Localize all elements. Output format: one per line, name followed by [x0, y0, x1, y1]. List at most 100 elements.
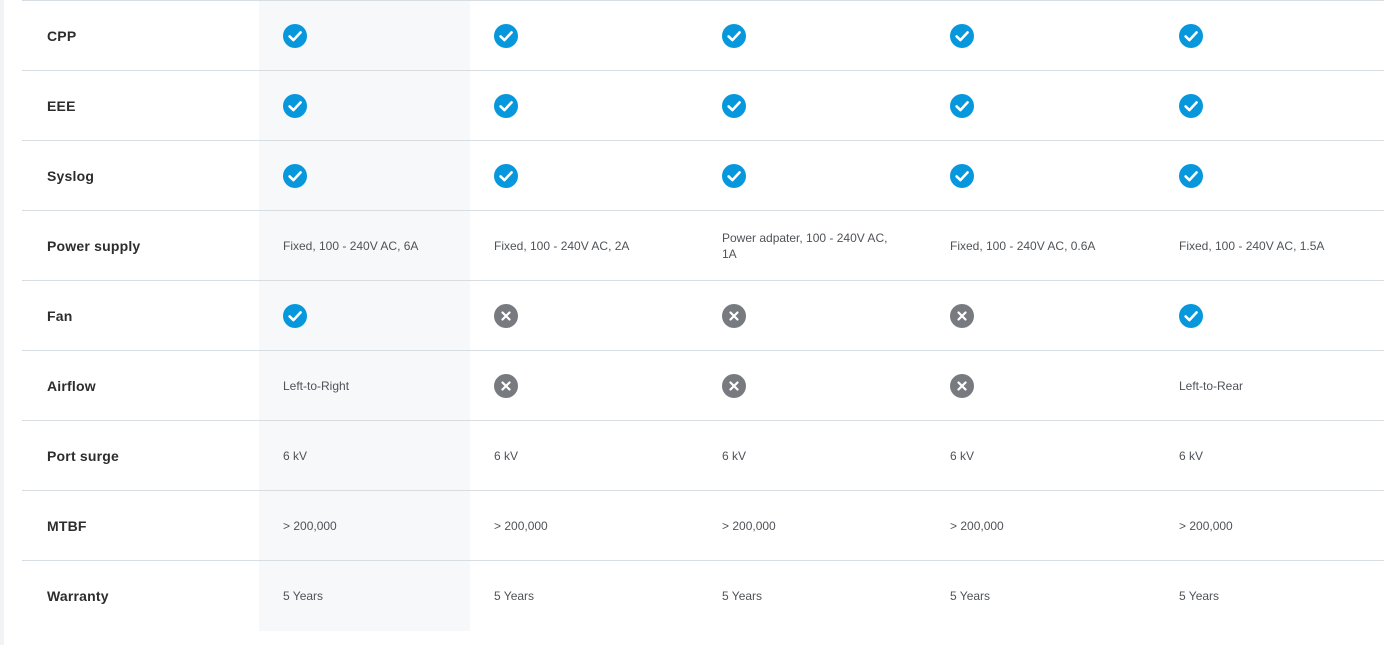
product-2-cell: 6 kV — [494, 421, 699, 490]
spec-value: Fixed, 100 - 240V AC, 2A — [494, 238, 630, 253]
product-4-cell — [950, 281, 1155, 350]
product-2-cell — [494, 281, 699, 350]
spec-value: 5 Years — [1179, 589, 1220, 603]
table-row: EEE — [22, 70, 1384, 140]
product-3-cell — [722, 281, 927, 350]
product-1-cell — [283, 281, 473, 350]
table-row: Airflow Left-to-Right Left-to-Rear — [22, 350, 1384, 420]
check-circle-icon — [283, 303, 307, 328]
x-circle-icon — [494, 303, 518, 328]
product-3-cell: Power adpater, 100 - 240V AC, 1A — [722, 211, 927, 280]
product-1-cell: 5 Years — [283, 561, 473, 631]
check-circle-icon — [1179, 163, 1203, 188]
comparison-table: CPP EEE Syslog Power supply Fixed, 100 -… — [22, 0, 1384, 631]
check-circle-icon — [283, 163, 307, 188]
spec-value: > 200,000 — [1179, 518, 1233, 533]
product-comparison-page: CPP EEE Syslog Power supply Fixed, 100 -… — [0, 0, 1400, 645]
product-5-cell: Fixed, 100 - 240V AC, 1.5A — [1179, 211, 1384, 280]
row-label: MTBF — [47, 517, 87, 534]
spec-value: 6 kV — [494, 448, 519, 463]
spec-value: Fixed, 100 - 240V AC, 6A — [283, 238, 419, 253]
spec-value: 6 kV — [283, 448, 308, 463]
table-row: Port surge 6 kV 6 kV 6 kV 6 kV 6 kV — [22, 420, 1384, 490]
product-3-cell: 6 kV — [722, 421, 927, 490]
row-label: CPP — [47, 27, 77, 44]
table-row: Warranty 5 Years 5 Years 5 Years 5 Years… — [22, 560, 1384, 631]
left-edge-strip — [0, 0, 4, 645]
table-row: Fan — [22, 280, 1384, 350]
product-3-cell — [722, 351, 927, 420]
product-4-cell — [950, 141, 1155, 210]
product-1-cell: Left-to-Right — [283, 351, 473, 420]
check-circle-icon — [722, 23, 746, 48]
check-circle-icon — [950, 23, 974, 48]
table-row: Power supply Fixed, 100 - 240V AC, 6A Fi… — [22, 210, 1384, 280]
product-3-cell: 5 Years — [722, 561, 927, 631]
spec-value: 6 kV — [1179, 448, 1204, 463]
table-row: CPP — [22, 0, 1384, 70]
product-1-cell — [283, 1, 473, 70]
product-2-cell — [494, 141, 699, 210]
product-2-cell — [494, 71, 699, 140]
product-5-cell: 5 Years — [1179, 561, 1384, 631]
spec-value: > 200,000 — [950, 518, 1004, 533]
product-4-cell — [950, 351, 1155, 420]
table-row: MTBF > 200,000 > 200,000 > 200,000 > 200… — [22, 490, 1384, 560]
product-3-cell: > 200,000 — [722, 491, 927, 560]
spec-value: 5 Years — [494, 589, 535, 603]
check-circle-icon — [1179, 23, 1203, 48]
product-4-cell: 5 Years — [950, 561, 1155, 631]
x-circle-icon — [950, 373, 974, 398]
check-circle-icon — [1179, 93, 1203, 118]
spec-value: 5 Years — [950, 589, 991, 603]
product-3-cell — [722, 141, 927, 210]
x-circle-icon — [494, 373, 518, 398]
product-3-cell — [722, 71, 927, 140]
row-label: Power supply — [47, 237, 141, 254]
table-row: Syslog — [22, 140, 1384, 210]
product-4-cell — [950, 71, 1155, 140]
product-4-cell: Fixed, 100 - 240V AC, 0.6A — [950, 211, 1155, 280]
check-circle-icon — [950, 163, 974, 188]
spec-value: > 200,000 — [722, 518, 776, 533]
product-5-cell: Left-to-Rear — [1179, 351, 1384, 420]
product-1-cell: 6 kV — [283, 421, 473, 490]
x-circle-icon — [722, 373, 746, 398]
check-circle-icon — [722, 163, 746, 188]
product-2-cell: Fixed, 100 - 240V AC, 2A — [494, 211, 699, 280]
x-circle-icon — [950, 303, 974, 328]
row-label: Airflow — [47, 377, 96, 394]
product-1-cell: > 200,000 — [283, 491, 473, 560]
product-5-cell — [1179, 281, 1384, 350]
product-5-cell: 6 kV — [1179, 421, 1384, 490]
check-circle-icon — [494, 93, 518, 118]
product-5-cell — [1179, 141, 1384, 210]
product-3-cell — [722, 1, 927, 70]
row-label: EEE — [47, 97, 76, 114]
check-circle-icon — [283, 93, 307, 118]
product-5-cell — [1179, 71, 1384, 140]
check-circle-icon — [494, 163, 518, 188]
check-circle-icon — [950, 93, 974, 118]
row-label: Port surge — [47, 447, 120, 464]
product-5-cell: > 200,000 — [1179, 491, 1384, 560]
spec-value: 5 Years — [283, 589, 324, 603]
row-label: Syslog — [47, 167, 95, 184]
product-5-cell — [1179, 1, 1384, 70]
spec-value: > 200,000 — [494, 518, 548, 533]
check-circle-icon — [494, 23, 518, 48]
product-1-cell — [283, 71, 473, 140]
spec-value: 6 kV — [950, 448, 975, 463]
product-4-cell: 6 kV — [950, 421, 1155, 490]
spec-value: 5 Years — [722, 589, 763, 603]
spec-value: Fixed, 100 - 240V AC, 1.5A — [1179, 238, 1325, 253]
x-circle-icon — [722, 303, 746, 328]
check-circle-icon — [283, 23, 307, 48]
spec-value: Left-to-Right — [283, 378, 350, 393]
product-2-cell: 5 Years — [494, 561, 699, 631]
spec-value: Fixed, 100 - 240V AC, 0.6A — [950, 238, 1096, 253]
product-2-cell — [494, 1, 699, 70]
row-label: Warranty — [47, 588, 109, 604]
check-circle-icon — [722, 93, 746, 118]
product-4-cell — [950, 1, 1155, 70]
